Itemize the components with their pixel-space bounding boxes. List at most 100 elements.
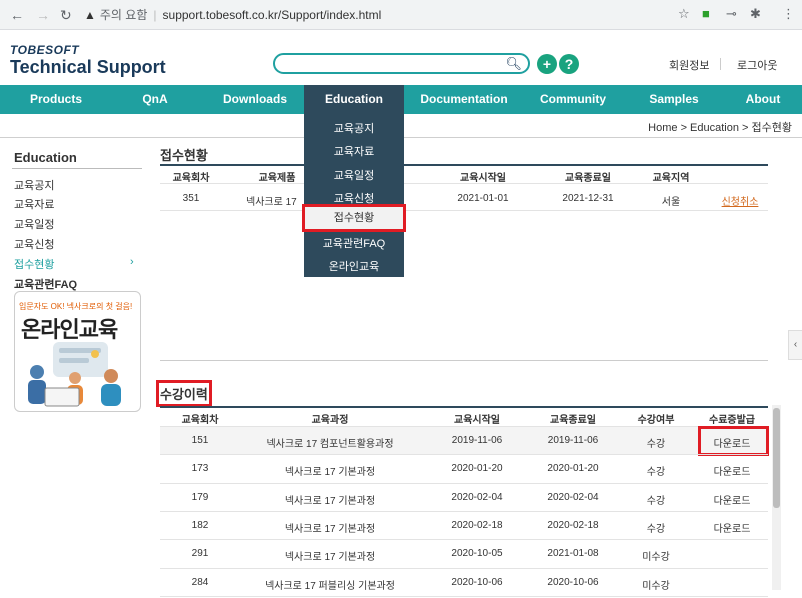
logo-brand[interactable]: TOBESOFT bbox=[10, 43, 79, 57]
history-cell-end: 2019-11-06 bbox=[547, 435, 599, 446]
history-cell-course: 넥사크로 17 기본과정 bbox=[284, 552, 376, 564]
certificate-download-link[interactable]: 다운로드 bbox=[696, 492, 768, 507]
history-row-line bbox=[160, 482, 768, 484]
history-cell-end: 2020-10-06 bbox=[547, 576, 599, 588]
history-row-line bbox=[160, 567, 768, 569]
breadcrumb: Home > Education > 접수현황 bbox=[648, 122, 792, 134]
history-cell-course: 넥사크로 17 컴포넌트활용과정 bbox=[266, 439, 394, 450]
history-cell-start: 2020-10-06 bbox=[451, 576, 503, 588]
reception-header-region: 교육지역 bbox=[652, 173, 690, 184]
certificate-download-link[interactable]: 다운로드 bbox=[696, 520, 768, 535]
back-icon[interactable]: ← bbox=[10, 7, 24, 23]
reception-cell-product: 넥사크로 17 bbox=[246, 197, 297, 208]
history-row-line bbox=[160, 454, 768, 456]
security-label[interactable]: 주의 요함 bbox=[100, 8, 148, 22]
history-row-line bbox=[160, 595, 768, 597]
reload-icon[interactable]: ↻ bbox=[60, 7, 72, 24]
plus-icon[interactable]: + bbox=[537, 54, 557, 74]
media-icon[interactable]: ⊸ bbox=[726, 6, 737, 22]
url-text[interactable]: support.tobesoft.co.kr/Support/index.htm… bbox=[163, 8, 382, 22]
sidebar-title: Education bbox=[14, 150, 77, 165]
collapse-handle-icon[interactable]: ‹ bbox=[788, 330, 802, 360]
address-separator: | bbox=[153, 8, 157, 22]
history-header-cert: 수료증발급 bbox=[709, 415, 755, 426]
nav-education[interactable]: Education bbox=[304, 85, 404, 114]
sidebar-item-status[interactable]: 접수현황 bbox=[14, 256, 54, 272]
browser-toolbar: ← → ↻ ▲ 주의 요함 | support.tobesoft.co.kr/Supp… bbox=[0, 0, 802, 30]
menu-icon[interactable]: ⋮ bbox=[782, 6, 795, 22]
banner-illustration bbox=[28, 342, 121, 407]
history-cell-course: 넥사크로 17 기본과정 bbox=[284, 495, 376, 507]
search-icon[interactable]: 🔍︎ bbox=[505, 56, 522, 72]
nav-samples[interactable]: Samples bbox=[644, 85, 704, 114]
history-cell-end: 2020-02-18 bbox=[547, 519, 599, 531]
nav-downloads[interactable]: Downloads bbox=[218, 85, 292, 114]
nav-products[interactable]: Products bbox=[18, 85, 94, 114]
history-cell-start: 2020-02-04 bbox=[451, 491, 503, 503]
reception-cell-end: 2021-12-31 bbox=[562, 193, 614, 204]
history-cell-end: 2020-02-04 bbox=[547, 491, 599, 503]
history-header-end: 교육종료일 bbox=[550, 415, 596, 426]
certificate-download-link[interactable]: 다운로드 bbox=[696, 463, 768, 478]
table-scrollbar-thumb[interactable] bbox=[773, 408, 780, 508]
nav-about[interactable]: About bbox=[740, 85, 786, 114]
nav-documentation[interactable]: Documentation bbox=[418, 85, 510, 114]
history-header-status: 수강여부 bbox=[637, 415, 675, 426]
nav-community[interactable]: Community bbox=[536, 85, 610, 114]
history-cell-start: 2019-11-06 bbox=[451, 435, 503, 446]
dropdown-item-status[interactable]: 접수현황 bbox=[302, 204, 406, 232]
history-row-line bbox=[160, 510, 768, 512]
history-cell-status: 수강 bbox=[646, 495, 666, 507]
history-header-start: 교육시작일 bbox=[454, 415, 500, 426]
sidebar-item-faq[interactable]: 교육관련FAQ bbox=[14, 276, 77, 292]
history-cell-status: 수강 bbox=[646, 439, 666, 450]
logout-link[interactable]: 로그아웃 bbox=[737, 57, 777, 73]
history-cell-course: 넥사크로 17 기본과정 bbox=[284, 467, 376, 479]
reception-header-line bbox=[160, 183, 768, 184]
extension-icon[interactable]: ■ bbox=[702, 6, 710, 21]
dropdown-item-materials[interactable]: 교육자료 bbox=[304, 142, 404, 162]
history-cell-round: 173 bbox=[191, 463, 209, 475]
history-cell-round: 151 bbox=[191, 435, 209, 446]
sidebar-item-schedule[interactable]: 교육일정 bbox=[14, 216, 54, 232]
warning-icon[interactable]: ▲ bbox=[84, 8, 96, 22]
dropdown-item-notice[interactable]: 교육공지 bbox=[304, 119, 404, 139]
reception-cell-start: 2021-01-01 bbox=[457, 193, 509, 204]
history-cell-start: 2020-02-18 bbox=[451, 519, 503, 531]
logo-title[interactable]: Technical Support bbox=[10, 57, 166, 78]
sidebar-item-materials[interactable]: 교육자료 bbox=[14, 196, 54, 212]
puzzle-icon[interactable]: ✱ bbox=[750, 6, 761, 22]
sidebar-item-notice[interactable]: 교육공지 bbox=[14, 177, 54, 193]
reception-header-round: 교육회차 bbox=[172, 173, 210, 184]
main-nav: Products QnA Downloads Education Documen… bbox=[0, 85, 802, 114]
forward-icon[interactable]: → bbox=[36, 7, 50, 23]
reception-header-product: 교육제품 bbox=[258, 173, 296, 184]
reception-table-topline bbox=[160, 164, 768, 166]
dropdown-item-online[interactable]: 온라인교육 bbox=[304, 257, 404, 277]
member-info-link[interactable]: 회원정보 bbox=[669, 57, 709, 73]
sidebar-divider bbox=[12, 168, 142, 169]
history-cell-round: 182 bbox=[191, 519, 209, 531]
history-cell-course: 넥사크로 17 기본과정 bbox=[284, 523, 376, 535]
history-cell-start: 2020-10-05 bbox=[451, 548, 503, 560]
dropdown-item-faq[interactable]: 교육관련FAQ bbox=[304, 234, 404, 254]
chevron-right-icon: › bbox=[130, 256, 134, 268]
course-history-title: 수강이력 bbox=[156, 380, 212, 407]
address-bar[interactable]: ▲ 주의 요함 | support.tobesoft.co.kr/Support/in… bbox=[84, 5, 684, 25]
history-table-topline bbox=[160, 406, 768, 408]
online-education-banner[interactable]: 입문자도 OK! 넥사크로의 첫 걸음! 온라인교육 bbox=[14, 291, 141, 412]
certificate-download-link[interactable]: 다운로드 bbox=[696, 435, 768, 450]
search-input[interactable]: 🔍︎ bbox=[273, 53, 530, 74]
reception-header-start: 교육시작일 bbox=[460, 173, 506, 184]
help-icon[interactable]: ? bbox=[559, 54, 579, 74]
link-divider bbox=[720, 58, 721, 70]
nav-qna[interactable]: QnA bbox=[120, 85, 190, 114]
cancel-application-link[interactable]: 신청취소 bbox=[712, 193, 768, 208]
dropdown-item-schedule[interactable]: 교육일정 bbox=[304, 166, 404, 186]
star-icon[interactable]: ☆ bbox=[678, 6, 690, 22]
reception-row-line bbox=[160, 210, 768, 211]
education-dropdown-menu: 교육공지 교육자료 교육일정 교육신청 접수현황 교육관련FAQ 온라인교육 bbox=[302, 114, 406, 277]
history-cell-start: 2020-01-20 bbox=[451, 463, 503, 475]
sidebar-item-apply[interactable]: 교육신청 bbox=[14, 236, 54, 252]
history-cell-round: 284 bbox=[191, 576, 209, 588]
